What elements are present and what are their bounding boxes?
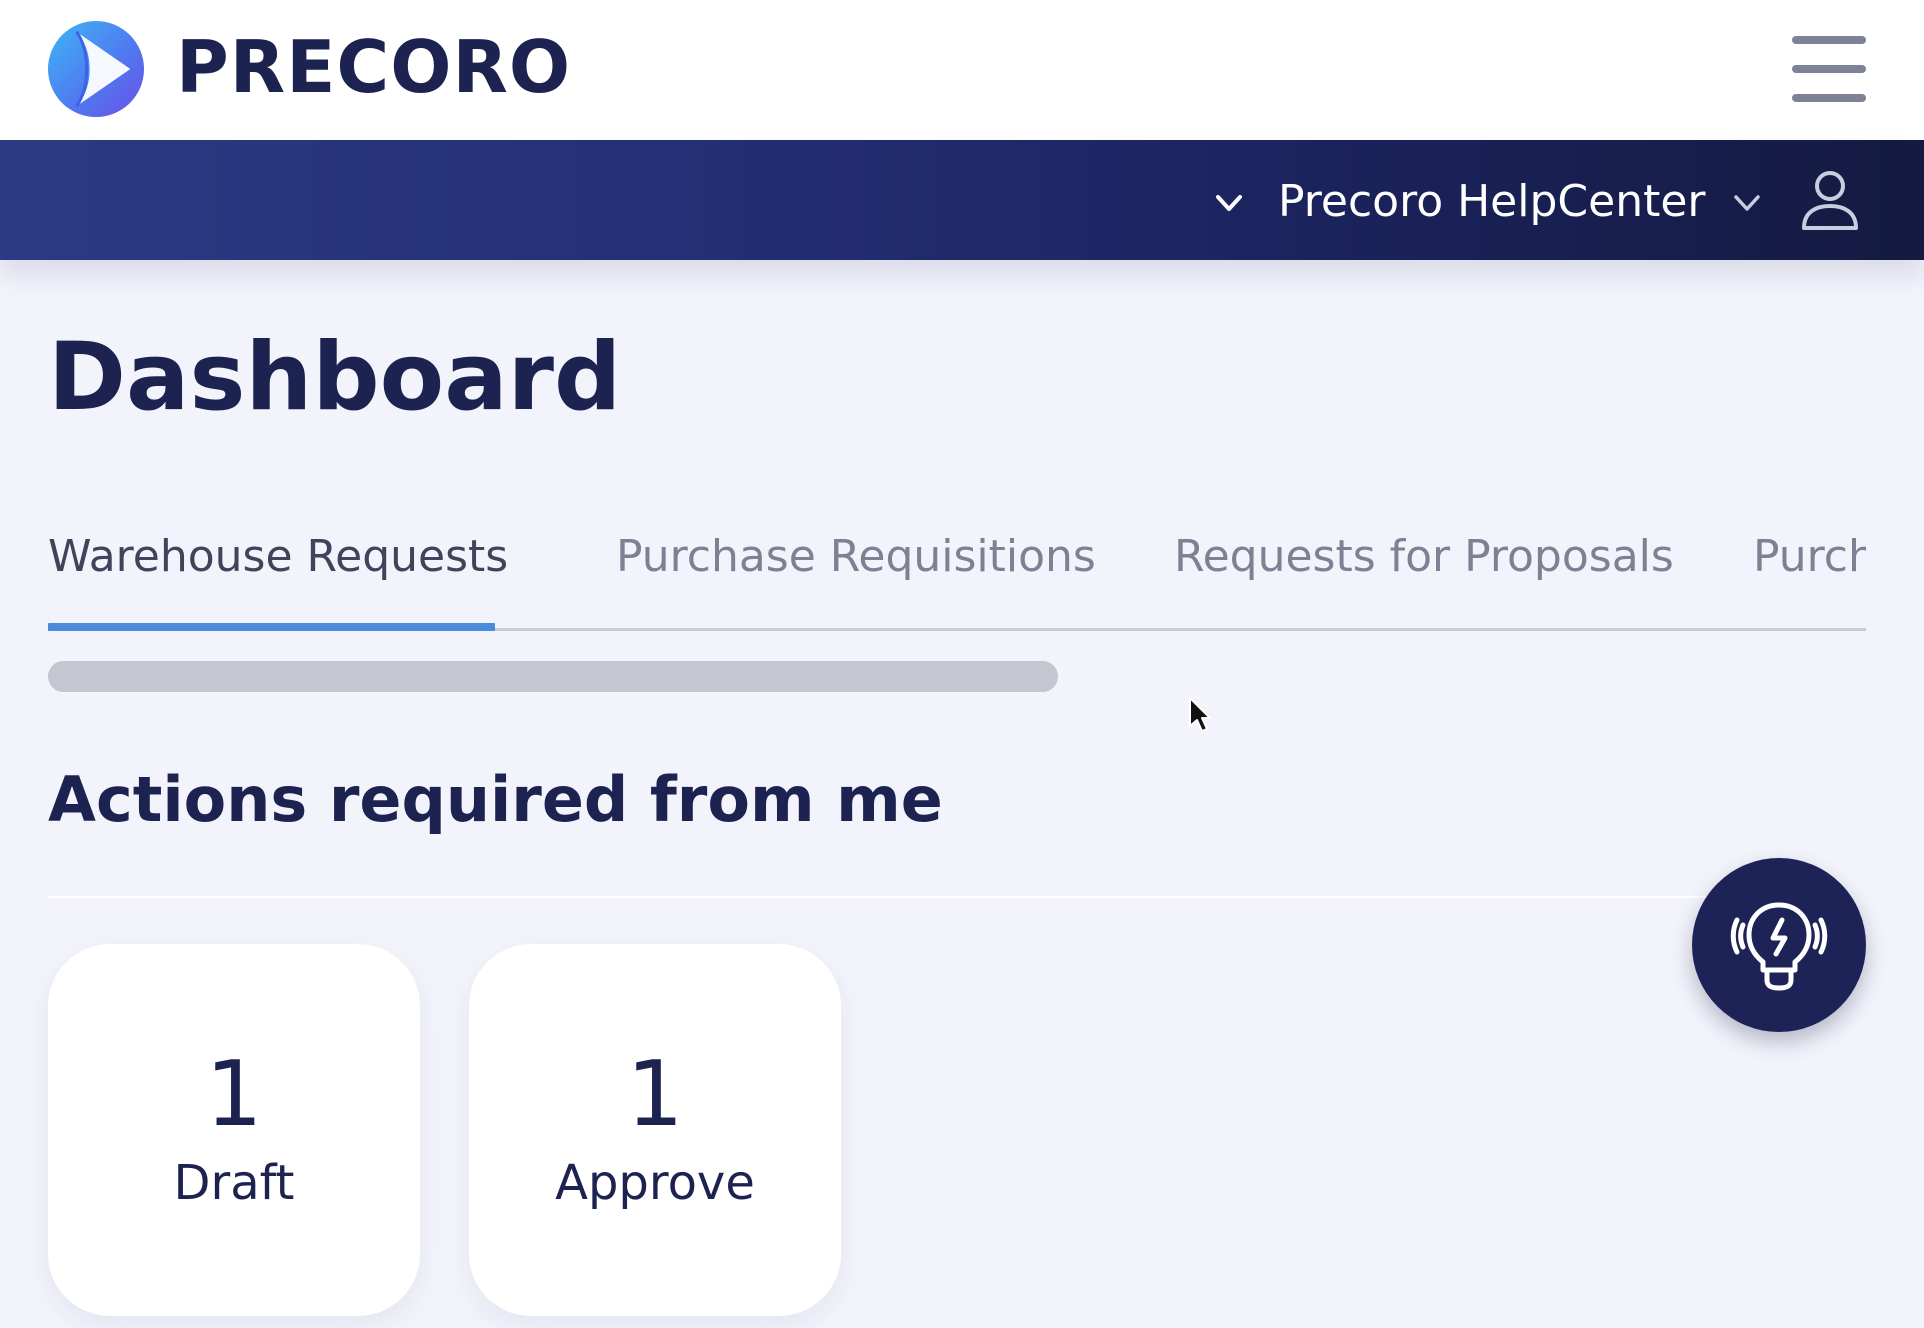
help-button[interactable] xyxy=(1692,858,1866,1032)
tab-warehouse-requests[interactable]: Warehouse Requests xyxy=(48,522,508,592)
section-divider xyxy=(48,896,1748,898)
page-title: Dashboard xyxy=(48,323,622,432)
brand-name[interactable]: PRECORO xyxy=(176,22,571,112)
approve-label: Approve xyxy=(555,1155,755,1211)
active-tab-indicator xyxy=(48,623,495,631)
chevron-down-icon[interactable] xyxy=(1212,186,1246,220)
user-icon[interactable] xyxy=(1800,170,1860,232)
tab-purchase-requisitions[interactable]: Purchase Requisitions xyxy=(616,522,1096,592)
approve-card[interactable]: 1 Approve xyxy=(469,944,841,1316)
workspace-selector[interactable]: Precoro HelpCenter xyxy=(1278,170,1706,234)
loading-placeholder-bar xyxy=(48,661,1058,692)
lightbulb-icon xyxy=(1730,902,1828,991)
hamburger-menu-icon[interactable] xyxy=(1792,36,1866,102)
tab-purchase-orders[interactable]: Purch xyxy=(1753,522,1866,592)
draft-card[interactable]: 1 Draft xyxy=(48,944,420,1316)
precoro-logo-icon[interactable] xyxy=(47,20,145,118)
tab-requests-for-proposals[interactable]: Requests for Proposals xyxy=(1174,522,1674,592)
actions-section-title: Actions required from me xyxy=(48,763,943,836)
draft-count: 1 xyxy=(205,1042,263,1147)
mouse-cursor-icon xyxy=(1189,697,1211,732)
chevron-down-icon[interactable] xyxy=(1730,186,1764,220)
dashboard-tabs: Warehouse Requests Purchase Requisitions… xyxy=(48,522,1866,632)
draft-label: Draft xyxy=(173,1155,295,1211)
approve-count: 1 xyxy=(626,1042,684,1147)
top-bar: PRECORO xyxy=(0,0,1924,140)
